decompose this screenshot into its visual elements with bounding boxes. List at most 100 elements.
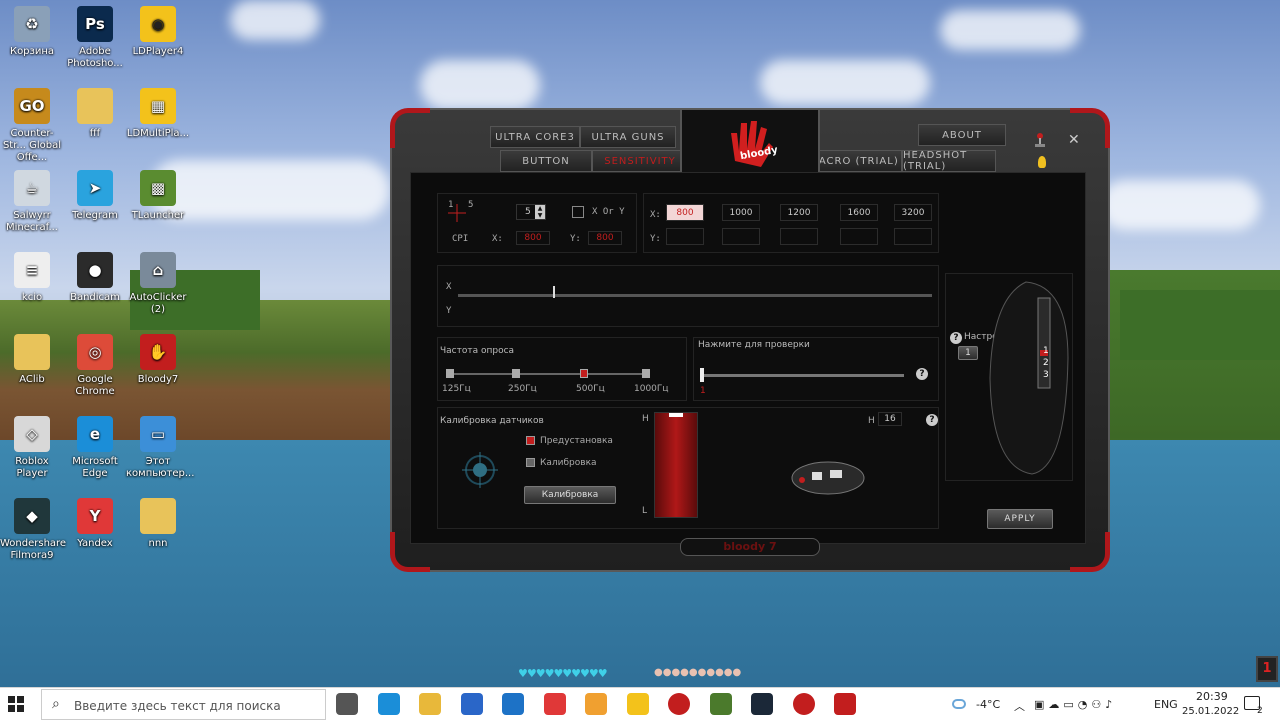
apply-button[interactable]: APPLY	[987, 509, 1053, 529]
polling-125-handle[interactable]	[446, 369, 454, 378]
close-icon[interactable]: ✕	[1068, 132, 1080, 148]
desktop-icon[interactable]: AClib	[0, 334, 64, 386]
search-icon: ⌕	[52, 696, 60, 712]
desktop-icon[interactable]: ♻ Корзина	[0, 6, 64, 58]
cloud	[230, 0, 320, 40]
desktop-icon[interactable]: GO Counter-Str... Global Offe...	[0, 88, 64, 164]
preset-y-slot[interactable]	[666, 228, 704, 245]
desktop-icon[interactable]: ➤ Telegram	[63, 170, 127, 222]
edge-icon[interactable]	[377, 693, 400, 715]
explorer-icon[interactable]	[419, 693, 441, 715]
tab-ultra-core[interactable]: ULTRA CORE3	[490, 126, 580, 148]
steam-icon[interactable]	[751, 693, 773, 715]
tab-headshot[interactable]: HEADSHOT (TRIAL)	[902, 150, 996, 172]
desktop-icon[interactable]: ◉ LDPlayer4	[126, 6, 190, 58]
desktop-icon[interactable]: Y Yandex	[63, 498, 127, 550]
tab-sensitivity[interactable]: SENSITIVITY	[592, 150, 688, 172]
mouse-side-image	[986, 278, 1072, 478]
x-slider-thumb[interactable]	[552, 286, 555, 298]
tab-button[interactable]: BUTTON	[500, 150, 592, 172]
preset-radio[interactable]	[526, 436, 535, 445]
tray-icons[interactable]: ▣☁▭◔⚇♪	[1034, 698, 1116, 711]
step-mark-1: 1	[448, 200, 454, 210]
test-track[interactable]	[700, 374, 904, 377]
windows-start-icon[interactable]	[8, 696, 24, 712]
y-value[interactable]: 800	[588, 231, 622, 245]
desktop-icon[interactable]: ◎ Google Chrome	[63, 334, 127, 398]
filmora-icon: ◆	[14, 498, 50, 534]
polling-250: 250Гц	[508, 384, 537, 394]
x-value[interactable]: 800	[516, 231, 550, 245]
desktop-icon[interactable]: ◇ Roblox Player	[0, 416, 64, 480]
preset-1200[interactable]: 1200	[780, 204, 818, 221]
cpi-settings-value[interactable]: 1	[958, 346, 978, 360]
desktop-icon[interactable]: fff	[63, 88, 127, 140]
preset-1000[interactable]: 1000	[722, 204, 760, 221]
desktop-icon[interactable]: ◆ Wondershare Filmora9	[0, 498, 66, 562]
xory-checkbox[interactable]	[572, 206, 584, 218]
cpi-stepper[interactable]: 5 ▲ ▼	[516, 204, 546, 220]
clock-date[interactable]: 25.01.2022	[1182, 706, 1239, 717]
tab-about[interactable]: ABOUT	[918, 124, 1006, 146]
calibrate-button[interactable]: Калибровка	[524, 486, 616, 504]
desktop-icon-label: Bandicam	[70, 292, 120, 303]
preset-800[interactable]: 800	[666, 204, 704, 221]
desktop-icon[interactable]: ▦ LDMultiPla...	[126, 88, 190, 140]
tray-chevron-icon[interactable]: ︿	[1014, 698, 1025, 714]
polling-500-handle[interactable]	[580, 369, 588, 378]
desktop-icon[interactable]: Ps Adobe Photosho...	[63, 6, 127, 70]
ldplayer-icon[interactable]	[626, 693, 649, 715]
mail-icon[interactable]	[502, 693, 524, 715]
level-value[interactable]: 16	[878, 412, 902, 426]
ldmultiplayer-icon: ▦	[140, 88, 176, 124]
preset-1600[interactable]: 1600	[840, 204, 878, 221]
desktop-icon[interactable]: nnn	[126, 498, 190, 550]
x-slider-track[interactable]	[458, 294, 932, 297]
desktop-icon[interactable]: e Microsoft Edge	[63, 416, 127, 480]
yandex-browser-icon[interactable]	[585, 693, 607, 715]
tab-macro[interactable]: MACRO (TRIAL)	[806, 150, 902, 172]
test-help-icon[interactable]: ?	[916, 368, 928, 380]
calibrate-radio[interactable]	[526, 458, 535, 467]
notification-count: 2	[1257, 706, 1263, 716]
bandicam-icon[interactable]	[792, 693, 815, 715]
tab-ultra-guns[interactable]: ULTRA GUNS	[580, 126, 676, 148]
preset-y-slot[interactable]	[840, 228, 878, 245]
calibration-help-icon[interactable]: ?	[926, 414, 938, 426]
store-icon[interactable]	[460, 693, 483, 715]
slider-y-label: Y	[446, 306, 452, 316]
clock-time[interactable]: 20:39	[1196, 690, 1228, 703]
test-thumb[interactable]	[700, 368, 704, 382]
desktop-icon[interactable]: ≡ kcio	[0, 252, 64, 304]
polling-250-handle[interactable]	[512, 369, 520, 378]
preset-y-slot[interactable]	[722, 228, 760, 245]
desktop-icon[interactable]: ✋ Bloody7	[126, 334, 190, 386]
language[interactable]: ENG	[1154, 698, 1178, 711]
joystick-icon[interactable]	[1034, 132, 1046, 148]
desktop-icon[interactable]: ● Bandicam	[63, 252, 127, 304]
desktop-icon-label: fff	[89, 128, 101, 139]
minecraft-icon[interactable]	[709, 693, 732, 715]
csgo-icon: GO	[14, 88, 50, 124]
bulb-icon[interactable]	[1038, 156, 1046, 168]
weather-icon[interactable]	[952, 699, 966, 709]
desktop-icon[interactable]: ▭ Этот компьютер...	[126, 416, 194, 480]
preset-y-slot[interactable]	[780, 228, 818, 245]
yandex-icon[interactable]	[543, 693, 566, 715]
desktop-icon[interactable]: ☕ Salwyrr Minecraf...	[0, 170, 64, 234]
desktop-icon-label: AClib	[19, 374, 45, 385]
preset-y-slot[interactable]	[894, 228, 932, 245]
preset-3200[interactable]: 3200	[894, 204, 932, 221]
record-icon[interactable]	[668, 693, 690, 715]
polling-1000-handle[interactable]	[642, 369, 650, 378]
taskbar-search[interactable]: ⌕ Введите здесь текст для поиска	[41, 689, 326, 720]
desktop-icon[interactable]: ⌂ AutoClicker (2)	[126, 252, 190, 316]
photoshop-icon: Ps	[77, 6, 113, 42]
bloody-icon[interactable]	[834, 693, 856, 715]
weather-temp[interactable]: -4°C	[976, 698, 1000, 711]
cpi-settings-help-icon[interactable]: ?	[950, 332, 962, 344]
low-label: L	[642, 506, 648, 516]
stepper-arrows-icon[interactable]: ▲ ▼	[535, 205, 545, 219]
desktop-icon[interactable]: ▩ TLauncher	[126, 170, 190, 222]
task-view-icon[interactable]	[336, 693, 358, 715]
